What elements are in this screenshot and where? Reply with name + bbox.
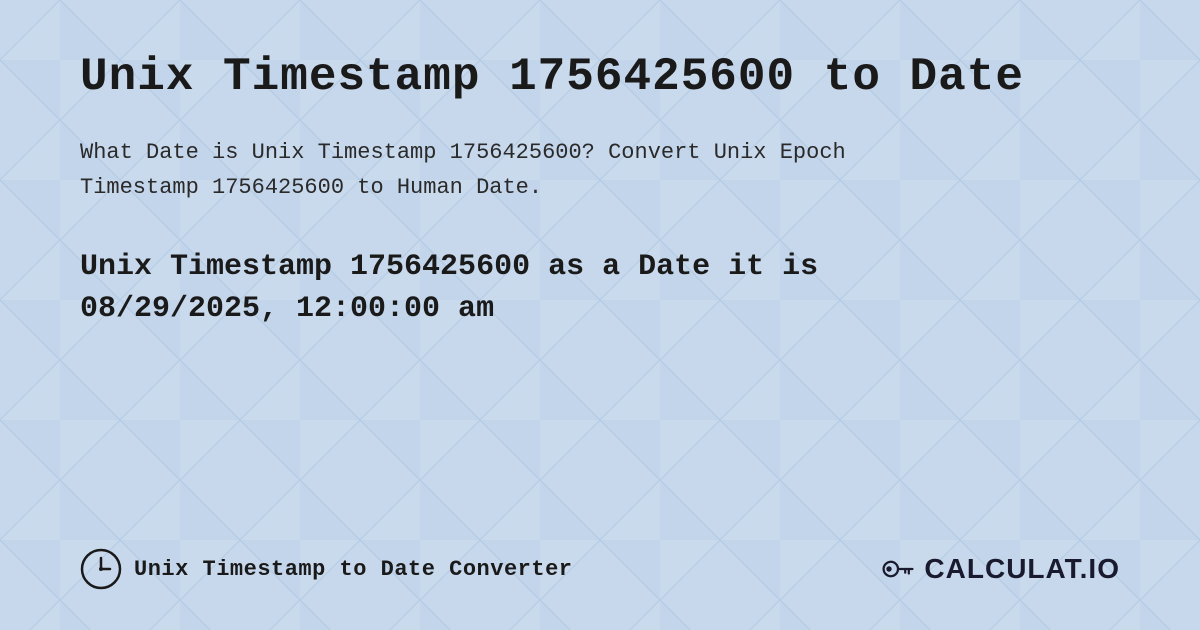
footer: Unix Timestamp to Date Converter CALCULA… <box>80 528 1120 590</box>
clock-icon <box>80 548 122 590</box>
site-logo: CALCULAT.IO <box>880 551 1120 587</box>
result-text: Unix Timestamp 1756425600 as a Date it i… <box>80 246 1120 330</box>
page-title: Unix Timestamp 1756425600 to Date <box>80 50 1120 105</box>
result-section: Unix Timestamp 1756425600 as a Date it i… <box>80 246 1120 330</box>
logo-text: CALCULAT.IO <box>924 553 1120 585</box>
footer-label: Unix Timestamp to Date Converter <box>134 557 572 582</box>
logo-icon <box>880 551 916 587</box>
description-text: What Date is Unix Timestamp 1756425600? … <box>80 135 1120 205</box>
footer-left: Unix Timestamp to Date Converter <box>80 548 572 590</box>
